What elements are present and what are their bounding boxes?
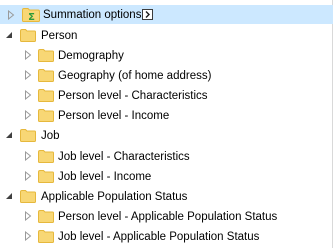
folder-icon xyxy=(38,170,54,183)
tree-item-label: Person level - Characteristics xyxy=(58,90,208,102)
folder-icon xyxy=(38,49,54,62)
expand-arrow-icon[interactable] xyxy=(23,90,33,100)
tree-item-label: Applicable Population Status xyxy=(41,191,188,203)
svg-text:Σ: Σ xyxy=(28,12,35,22)
folder-icon xyxy=(38,230,54,243)
collapse-arrow-icon[interactable] xyxy=(4,130,14,140)
folder-icon xyxy=(20,129,36,142)
expand-arrow-icon[interactable] xyxy=(23,231,33,241)
expand-arrow-icon[interactable] xyxy=(23,151,33,161)
expand-arrow-icon[interactable] xyxy=(23,171,33,181)
collapse-arrow-icon[interactable] xyxy=(4,191,14,201)
tree-item-label: Geography (of home address) xyxy=(58,70,212,82)
chevron-right-icon xyxy=(145,11,150,18)
folder-icon xyxy=(38,109,54,122)
folder-icon xyxy=(38,150,54,163)
folder-icon xyxy=(38,69,54,82)
collapse-arrow-icon[interactable] xyxy=(4,30,14,40)
summation-folder-icon: Σ xyxy=(22,8,40,22)
open-options-button[interactable] xyxy=(142,9,153,20)
tree-item-label: Person level - Income xyxy=(58,110,170,122)
tree-item-label: Summation options xyxy=(43,9,142,21)
tree-view[interactable]: Σ Summation options Person Demography Ge… xyxy=(0,0,333,248)
folder-icon xyxy=(20,29,36,42)
tree-item-label: Job xyxy=(41,130,60,142)
tree-item-label: Job level - Applicable Population Status xyxy=(58,231,260,243)
expand-arrow-icon[interactable] xyxy=(23,211,33,221)
expand-arrow-icon[interactable] xyxy=(6,10,16,20)
expand-arrow-icon[interactable] xyxy=(23,50,33,60)
tree-item-label: Person xyxy=(41,30,78,42)
tree-item-label: Job level - Characteristics xyxy=(58,151,190,163)
folder-icon xyxy=(38,210,54,223)
expand-arrow-icon[interactable] xyxy=(23,110,33,120)
expand-arrow-icon[interactable] xyxy=(23,70,33,80)
folder-icon xyxy=(38,89,54,102)
tree-item-label: Demography xyxy=(58,50,124,62)
tree-item-label: Job level - Income xyxy=(58,171,152,183)
tree-item-label: Person level - Applicable Population Sta… xyxy=(58,211,278,223)
folder-icon xyxy=(20,190,36,203)
